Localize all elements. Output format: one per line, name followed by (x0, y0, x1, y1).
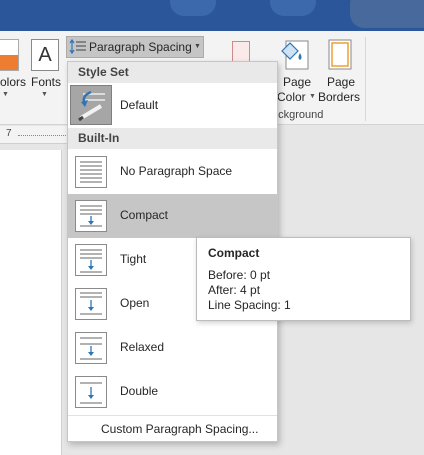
menu-item-label: Double (120, 384, 159, 398)
default-style-icon (70, 85, 112, 125)
double-spacing-icon (75, 376, 107, 408)
menu-item-label: Relaxed (120, 340, 165, 354)
section-header-built-in: Built-In (68, 128, 277, 149)
page-color-button[interactable]: Page Color ▼ (274, 37, 318, 104)
menu-item-label: Compact (120, 208, 169, 222)
tooltip-title: Compact (208, 246, 260, 260)
tooltip-before: Before: 0 pt (208, 268, 271, 282)
open-spacing-icon (75, 288, 107, 320)
menu-item-double[interactable]: Double (68, 370, 277, 414)
chevron-down-icon: ▼ (41, 91, 48, 98)
group-label-background: ackground (272, 109, 324, 121)
chevron-down-icon: ▼ (309, 93, 316, 100)
menu-item-compact[interactable]: Compact (68, 194, 277, 238)
custom-paragraph-spacing-link[interactable]: Custom Paragraph Spacing... (101, 422, 258, 436)
colors-button[interactable]: olors ▼ (0, 37, 26, 99)
paragraph-spacing-button[interactable]: Paragraph Spacing ▼ (66, 36, 204, 58)
compact-spacing-icon (75, 200, 107, 232)
relaxed-spacing-icon (75, 332, 107, 364)
ribbon-group-divider (365, 37, 366, 121)
paragraph-spacing-icon (69, 39, 86, 55)
paragraph-spacing-label: Paragraph Spacing (89, 40, 192, 54)
document-page[interactable] (0, 150, 62, 455)
tooltip-after: After: 4 pt (208, 283, 261, 297)
colors-label: olors (0, 75, 27, 89)
menu-item-label: Default (120, 98, 159, 112)
no-paragraph-space-icon (75, 156, 107, 188)
title-decor (350, 0, 424, 28)
chevron-down-icon: ▼ (2, 91, 9, 98)
page-borders-label-line2: Borders (318, 90, 361, 104)
menu-item-label: No Paragraph Space (120, 164, 233, 178)
fonts-button[interactable]: A Fonts ▼ (27, 37, 63, 99)
title-decor (270, 0, 316, 16)
section-header-style-set: Style Set (68, 62, 277, 83)
fonts-label: Fonts (31, 75, 62, 89)
compact-tooltip: Compact Before: 0 pt After: 4 pt Line Sp… (196, 237, 411, 321)
ruler-mark: 7 (6, 128, 12, 139)
horizontal-ruler: 7 (0, 126, 70, 144)
chevron-down-icon: ▼ (194, 43, 201, 50)
title-decor (170, 0, 216, 16)
menu-divider (68, 415, 277, 416)
fonts-icon: A (31, 39, 59, 71)
menu-item-relaxed[interactable]: Relaxed (68, 326, 277, 370)
title-bar (0, 0, 424, 31)
page-color-label-line2: Color (277, 90, 306, 104)
tooltip-line-spacing: Line Spacing: 1 (208, 298, 291, 312)
page-borders-icon (328, 39, 352, 70)
page-borders-button[interactable]: Page Borders (318, 37, 362, 104)
page-color-label-line1: Page (283, 75, 312, 89)
colors-icon (0, 39, 19, 71)
menu-item-no-paragraph-space[interactable]: No Paragraph Space (68, 150, 277, 194)
paint-bucket-icon (281, 40, 309, 70)
menu-item-label: Tight (120, 252, 147, 266)
tight-spacing-icon (75, 244, 107, 276)
ruler-ticks (18, 135, 68, 136)
page-borders-label-line1: Page (327, 75, 356, 89)
menu-item-label: Open (120, 296, 150, 310)
menu-item-default[interactable]: Default (68, 83, 277, 128)
